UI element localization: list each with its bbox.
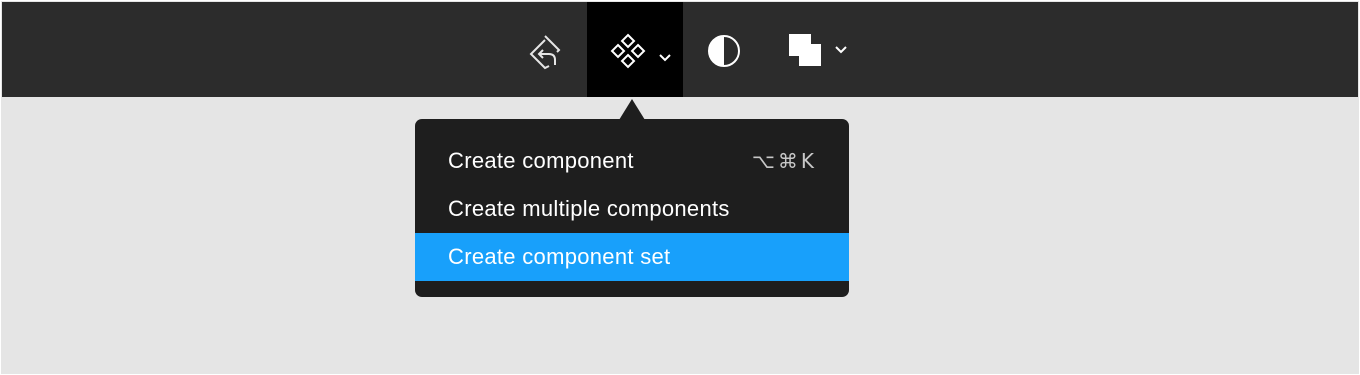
menu-item-label: Create multiple components <box>448 196 730 221</box>
keyboard-shortcut: ⌥⌘K <box>751 149 817 173</box>
boolean-union-icon <box>789 34 821 66</box>
menu-item-create-component[interactable]: Create component ⌥⌘K <box>415 137 849 185</box>
toolbar <box>2 2 1358 97</box>
detach-instance-icon <box>529 35 561 70</box>
menu-item-label: Create component set <box>448 244 671 269</box>
component-icon <box>610 33 646 69</box>
menu-item-create-component-set[interactable]: Create component set <box>415 233 849 281</box>
menu-pointer <box>619 99 645 120</box>
create-component-button[interactable] <box>587 2 683 97</box>
boolean-operations-button[interactable] <box>777 2 857 97</box>
mask-button[interactable] <box>693 2 757 97</box>
detach-instance-button[interactable] <box>516 2 586 97</box>
component-dropdown-menu: Create component ⌥⌘K Create multiple com… <box>415 119 849 297</box>
menu-item-create-multiple-components[interactable]: Create multiple components <box>415 185 849 233</box>
menu-item-label: Create component <box>448 148 634 173</box>
chevron-down-icon[interactable] <box>659 54 671 62</box>
mask-icon <box>708 35 740 67</box>
chevron-down-icon[interactable] <box>835 46 847 54</box>
